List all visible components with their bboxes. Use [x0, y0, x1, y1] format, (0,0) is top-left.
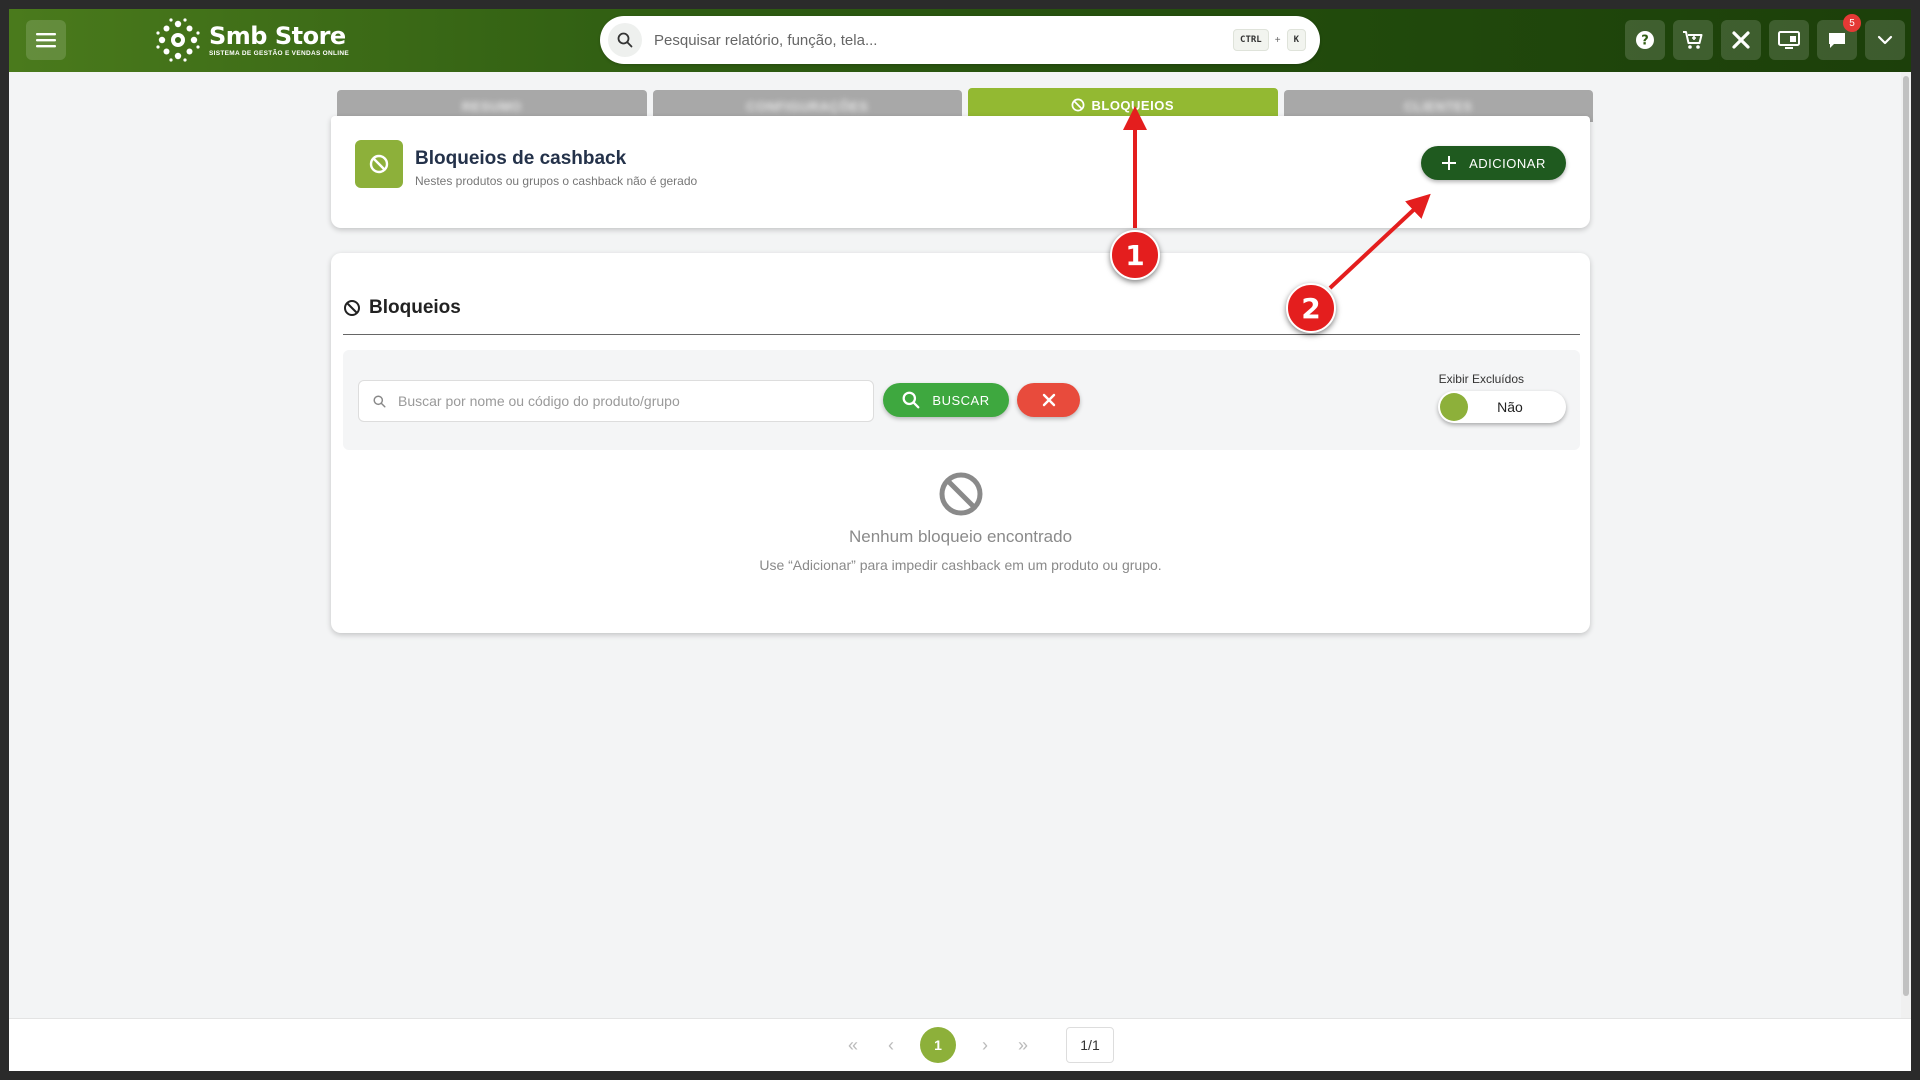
tab-label: BLOQUEIOS	[1091, 97, 1174, 113]
global-search[interactable]: CTRL + K	[600, 16, 1320, 64]
search-button[interactable]: BUSCAR	[883, 383, 1009, 417]
empty-state-title: Nenhum bloqueio encontrado	[848, 527, 1073, 546]
scroll-thumb[interactable]	[1903, 76, 1909, 996]
toggle-value: Não	[1497, 399, 1523, 415]
tools-icon	[1732, 31, 1750, 49]
page-title: Bloqueios de cashback	[415, 148, 627, 169]
toggle-knob	[1440, 393, 1468, 421]
brand-logo[interactable]: Smb Store SISTEMA DE GESTÃO E VENDAS ONL…	[155, 15, 349, 65]
scrollbar[interactable]	[1901, 72, 1911, 1018]
block-search-input[interactable]	[398, 393, 873, 409]
screen-icon	[1778, 31, 1800, 49]
shortcut-plus: +	[1274, 34, 1281, 46]
tab-label: CLIENTES	[1404, 98, 1473, 114]
clear-search-button[interactable]	[1017, 383, 1080, 417]
top-header: Smb Store SISTEMA DE GESTÃO E VENDAS ONL…	[9, 9, 1911, 72]
help-icon: ?	[1636, 31, 1654, 49]
last-page-icon[interactable]: »	[1014, 1035, 1032, 1056]
header-actions: ? 5	[1625, 14, 1905, 60]
add-button-label: ADICIONAR	[1469, 155, 1546, 171]
block-icon	[1072, 98, 1085, 112]
step-marker-1: 1	[1110, 230, 1160, 280]
show-deleted-toggle[interactable]: Não	[1438, 391, 1566, 423]
search-icon	[902, 391, 920, 409]
block-search-field[interactable]	[358, 380, 874, 422]
add-button[interactable]: ADICIONAR	[1421, 146, 1566, 180]
current-page[interactable]: 1	[920, 1027, 956, 1063]
section-title: Bloqueios	[343, 297, 461, 319]
pagination: « ‹ 1 › » 1/1	[844, 1027, 1114, 1063]
empty-state: Nenhum bloqueio encontrado Use “Adiciona…	[331, 471, 1590, 573]
search-button-label: BUSCAR	[932, 392, 990, 408]
brand-subtitle: SISTEMA DE GESTÃO E VENDAS ONLINE	[209, 49, 350, 57]
step-marker-2: 2	[1286, 283, 1336, 333]
prev-page-icon[interactable]: ‹	[882, 1035, 900, 1056]
chevron-down-icon	[1877, 35, 1893, 45]
first-page-icon[interactable]: «	[844, 1035, 862, 1056]
notification-badge: 5	[1843, 14, 1861, 32]
shortcut-ctrl: CTRL	[1233, 29, 1269, 51]
tab-label: CONFIGURAÇÕES	[746, 98, 869, 114]
filter-panel: BUSCAR Exibir Excluídos Não	[343, 350, 1580, 450]
search-shortcut: CTRL + K	[1233, 29, 1306, 51]
plus-icon	[1442, 156, 1457, 170]
show-deleted-label: Exibir Excluídos	[1438, 372, 1524, 386]
hamburger-icon	[36, 33, 56, 48]
chat-button[interactable]: 5	[1817, 14, 1861, 60]
app-window: Smb Store SISTEMA DE GESTÃO E VENDAS ONL…	[9, 9, 1911, 1071]
logo-icon	[156, 18, 200, 62]
cart-button[interactable]	[1673, 20, 1713, 60]
help-button[interactable]: ?	[1625, 20, 1665, 60]
brand-title: Smb Store	[209, 21, 346, 50]
shortcut-k: K	[1286, 29, 1306, 51]
section-title-label: Bloqueios	[369, 297, 461, 318]
block-icon	[355, 140, 403, 188]
section-divider	[343, 334, 1580, 335]
tools-button[interactable]	[1721, 20, 1761, 60]
svg-text:?: ?	[1641, 34, 1649, 49]
screen-button[interactable]	[1769, 20, 1809, 60]
block-icon	[939, 472, 982, 516]
close-icon	[1042, 393, 1055, 407]
menu-button[interactable]	[26, 20, 66, 60]
tab-label: RESUMO	[461, 98, 522, 114]
global-search-input[interactable]	[654, 31, 1234, 49]
blocks-list-card: Bloqueios BUSCAR Exibir Excluídos Não	[331, 253, 1590, 633]
chat-icon	[1829, 33, 1845, 48]
search-icon	[608, 23, 642, 57]
block-icon	[344, 300, 360, 316]
empty-state-subtitle: Use “Adicionar” para impedir cashback em…	[759, 557, 1162, 573]
cart-icon	[1683, 31, 1703, 49]
blocks-header-card: Bloqueios de cashback Nestes produtos ou…	[331, 116, 1590, 228]
footer-bar: « ‹ 1 › » 1/1	[9, 1018, 1911, 1071]
search-icon	[373, 394, 386, 408]
page-subtitle: Nestes produtos ou grupos o cashback não…	[415, 174, 698, 188]
next-page-icon[interactable]: ›	[976, 1035, 994, 1056]
page-count: 1/1	[1066, 1027, 1114, 1063]
user-menu-button[interactable]	[1865, 20, 1905, 60]
